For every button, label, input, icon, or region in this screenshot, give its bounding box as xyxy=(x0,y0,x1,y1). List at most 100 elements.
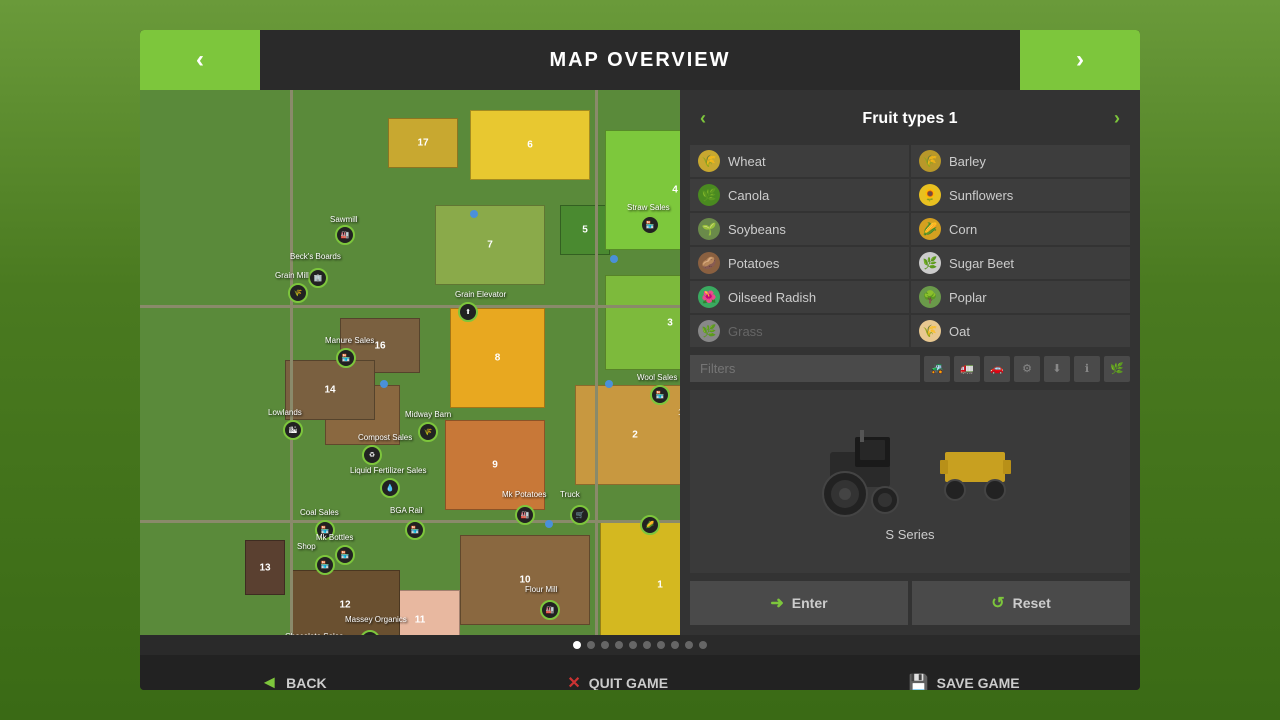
next-button[interactable]: › xyxy=(1020,30,1140,90)
fruit-name-corn: Corn xyxy=(949,222,977,237)
fruit-item-poplar[interactable]: 🌳 Poplar xyxy=(911,281,1130,313)
filter-car-icon[interactable]: 🚗 xyxy=(984,356,1010,382)
implement-image xyxy=(940,432,1020,512)
fruit-icon-soybeans: 🌱 xyxy=(698,218,720,240)
field-label-2: 2 xyxy=(576,430,680,441)
fruit-prev-button[interactable]: ‹ xyxy=(700,108,706,129)
page-dot-9[interactable] xyxy=(699,641,707,649)
reset-icon: ↺ xyxy=(991,593,1004,613)
reset-button[interactable]: ↺ Reset xyxy=(912,581,1130,625)
fruit-types-title: Fruit types 1 xyxy=(862,110,957,128)
reset-label: Reset xyxy=(1013,595,1051,611)
vehicle-area: S Series xyxy=(690,390,1130,573)
field-label-17: 17 xyxy=(389,138,457,149)
fruit-icon-sugar-beet: 🌿 xyxy=(919,252,941,274)
fruit-icon-sunflowers: 🌻 xyxy=(919,184,941,206)
field-label-13: 13 xyxy=(246,562,284,573)
field-5[interactable]: 5 xyxy=(560,205,610,255)
fruit-name-oilseed-radish: Oilseed Radish xyxy=(728,290,816,305)
back-icon: ◄ xyxy=(260,672,278,690)
main-panel: ‹ MAP OVERVIEW › 13111211016151492835746… xyxy=(140,30,1140,690)
filters-input[interactable] xyxy=(690,355,920,382)
header: ‹ MAP OVERVIEW › xyxy=(140,30,1140,90)
save-button[interactable]: 💾 SAVE GAME xyxy=(909,673,1020,691)
field-3[interactable]: 3 xyxy=(605,275,680,370)
field-7[interactable]: 7 xyxy=(435,205,545,285)
map-section: 1311121101615149283574617 🏭 Sawmill ⬆ xyxy=(140,90,680,635)
page-dot-1[interactable] xyxy=(587,641,595,649)
fruit-icon-oat: 🌾 xyxy=(919,320,941,342)
page-dots xyxy=(140,635,1140,655)
fruit-item-oilseed-radish[interactable]: 🌺 Oilseed Radish xyxy=(690,281,909,313)
fruit-name-grass: Grass xyxy=(728,324,763,339)
vehicle-display xyxy=(700,422,1120,522)
prev-button[interactable]: ‹ xyxy=(140,30,260,90)
fruit-icon-potatoes: 🥔 xyxy=(698,252,720,274)
enter-button[interactable]: ➜ Enter xyxy=(690,581,908,625)
quit-icon: ✕ xyxy=(567,673,580,691)
filter-gear-icon[interactable]: ⚙ xyxy=(1014,356,1040,382)
quit-button[interactable]: ✕ QUIT GAME xyxy=(567,673,668,691)
back-button[interactable]: ◄ BACK xyxy=(260,672,326,690)
field-17[interactable]: 17 xyxy=(388,118,458,168)
page-dot-4[interactable] xyxy=(629,641,637,649)
fruit-item-sugar-beet[interactable]: 🌿 Sugar Beet xyxy=(911,247,1130,279)
fruit-name-oat: Oat xyxy=(949,324,970,339)
field-10[interactable]: 10 xyxy=(460,535,590,625)
field-label-10: 10 xyxy=(461,575,589,586)
field-1[interactable]: 1 xyxy=(600,520,680,635)
fruit-item-corn[interactable]: 🌽 Corn xyxy=(911,213,1130,245)
page-dot-0[interactable] xyxy=(573,641,581,649)
page-dot-7[interactable] xyxy=(671,641,679,649)
fruit-item-soybeans[interactable]: 🌱Soybeans xyxy=(690,213,909,245)
fruit-types-header: ‹ Fruit types 1 › xyxy=(690,100,1130,137)
page-dot-8[interactable] xyxy=(685,641,693,649)
filter-plant-icon[interactable]: 🌿 xyxy=(1104,356,1130,382)
filter-truck-icon[interactable]: 🚛 xyxy=(954,356,980,382)
fruit-name-poplar: Poplar xyxy=(949,290,987,305)
field-8[interactable]: 8 xyxy=(450,308,545,408)
back-label: BACK xyxy=(286,675,326,691)
field-13[interactable]: 13 xyxy=(245,540,285,595)
field-label-1: 1 xyxy=(601,580,680,591)
save-label: SAVE GAME xyxy=(937,675,1020,691)
field-label-6: 6 xyxy=(471,140,589,151)
fruit-next-button[interactable]: › xyxy=(1114,108,1120,129)
fruit-icon-corn: 🌽 xyxy=(919,218,941,240)
fruit-item-oat[interactable]: 🌾 Oat xyxy=(911,315,1130,347)
field-label-5: 5 xyxy=(561,225,609,236)
fruit-name-potatoes: Potatoes xyxy=(728,256,779,271)
map-background: 1311121101615149283574617 🏭 Sawmill ⬆ xyxy=(140,90,680,635)
fruit-item-grass[interactable]: 🌿 Grass xyxy=(690,315,909,347)
page-dot-2[interactable] xyxy=(601,641,609,649)
bottom-bar: ◄ BACK ✕ QUIT GAME 💾 SAVE GAME xyxy=(140,655,1140,690)
fruit-icon-canola: 🌿 xyxy=(698,184,720,206)
field-12[interactable]: 12 xyxy=(290,570,400,635)
field-label-9: 9 xyxy=(446,460,544,471)
page-dot-3[interactable] xyxy=(615,641,623,649)
field-label-14: 14 xyxy=(286,385,374,396)
fruit-icon-oilseed-radish: 🌺 xyxy=(698,286,720,308)
field-6[interactable]: 6 xyxy=(470,110,590,180)
fruit-name-sugar-beet: Sugar Beet xyxy=(949,256,1014,271)
page-dot-5[interactable] xyxy=(643,641,651,649)
fruit-item-canola[interactable]: 🌿 Canola xyxy=(690,179,909,211)
quit-label: QUIT GAME xyxy=(589,675,668,691)
fruit-icon-poplar: 🌳 xyxy=(919,286,941,308)
filter-info-icon[interactable]: ℹ xyxy=(1074,356,1100,382)
fruit-icon-grass: 🌿 xyxy=(698,320,720,342)
filter-tractor-icon[interactable]: 🚜 xyxy=(924,356,950,382)
fruit-name-canola: Canola xyxy=(728,188,769,203)
fruit-item-wheat[interactable]: 🌾Wheat xyxy=(690,145,909,177)
content-area: 1311121101615149283574617 🏭 Sawmill ⬆ xyxy=(140,90,1140,635)
fruit-icon-barley: 🌾 xyxy=(919,150,941,172)
field-label-12: 12 xyxy=(291,600,399,611)
field-label-4: 4 xyxy=(606,185,680,196)
fruit-item-potatoes[interactable]: 🥔 Potatoes xyxy=(690,247,909,279)
filter-download-icon[interactable]: ⬇ xyxy=(1044,356,1070,382)
fruit-item-sunflowers[interactable]: 🌻 Sunflowers xyxy=(911,179,1130,211)
page-dot-6[interactable] xyxy=(657,641,665,649)
tractor-image xyxy=(800,422,930,522)
fruit-name-sunflowers: Sunflowers xyxy=(949,188,1013,203)
fruit-item-barley[interactable]: 🌾Barley xyxy=(911,145,1130,177)
